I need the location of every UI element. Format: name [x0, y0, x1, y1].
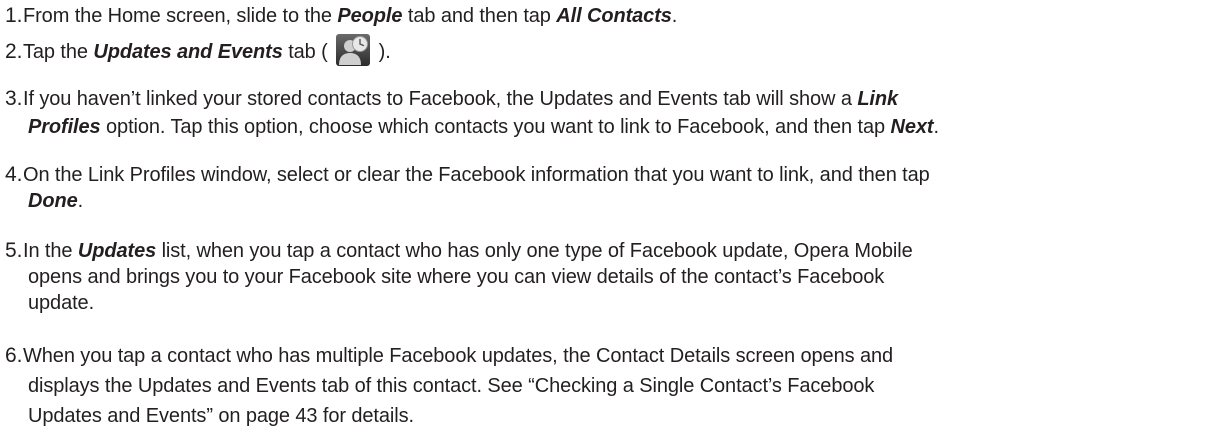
step-text: update.: [28, 292, 95, 314]
step-text: list, when you tap a contact who has onl…: [156, 240, 913, 262]
step-text-line: update.: [5, 290, 1205, 316]
updates-events-tab-icon: [336, 34, 371, 66]
step-number: 3.: [5, 87, 23, 110]
step-number: 4.: [5, 163, 23, 186]
step-text-line: When you tap a contact who has multiple …: [23, 345, 893, 367]
emphasized-term: Done: [28, 190, 78, 212]
step-text: opens and brings you to your Facebook si…: [28, 266, 885, 288]
step-text: Tap the: [23, 41, 94, 64]
step-3: 3.If you haven’t linked your stored cont…: [5, 85, 1205, 141]
emphasized-term: Updates and Events: [93, 41, 283, 64]
step-text: .: [933, 116, 939, 138]
step-text: tab and then tap: [402, 5, 557, 27]
step-number: 6.: [5, 344, 23, 367]
step-2: 2.Tap the Updates and Events tab ( ).: [5, 34, 1205, 69]
step-text-line: On the Link Profiles window, select or c…: [23, 164, 930, 186]
step-text: option. Tap this option, choose which co…: [100, 116, 891, 138]
step-5: 5.In the Updates list, when you tap a co…: [5, 238, 1205, 316]
step-text: When you tap a contact who has multiple …: [23, 345, 894, 367]
step-text-line: Profiles option. Tap this option, choose…: [5, 113, 1205, 141]
step-text: .: [77, 190, 84, 212]
step-text: In the: [23, 240, 78, 262]
step-text-line: Done.: [5, 188, 1205, 214]
step-6: 6.When you tap a contact who has multipl…: [5, 341, 1205, 431]
step-number: 2.: [5, 40, 23, 64]
step-text-line: If you haven’t linked your stored contac…: [23, 88, 898, 110]
emphasized-term: People: [337, 5, 403, 27]
step-text: Updates and Events” on page 43 for detai…: [28, 405, 414, 427]
emphasized-term: All Contacts: [556, 5, 672, 27]
step-text: From the Home screen, slide to the: [23, 5, 338, 27]
emphasized-term: Link: [857, 88, 899, 110]
step-text-line: Updates and Events” on page 43 for detai…: [5, 401, 1205, 431]
step-text: .: [671, 5, 678, 27]
step-text-line: In the Updates list, when you tap a cont…: [23, 240, 913, 262]
step-number: 1.: [5, 4, 23, 27]
step-1: 1.From the Home screen, slide to the Peo…: [5, 2, 1205, 30]
step-text-line: Tap the Updates and Events tab ( ).: [23, 34, 391, 66]
step-text: If you haven’t linked your stored contac…: [23, 88, 858, 110]
step-text: On the Link Profiles window, select or c…: [23, 164, 930, 186]
emphasized-term: Next: [890, 116, 934, 138]
step-4: 4.On the Link Profiles window, select or…: [5, 162, 1205, 214]
emphasized-term: Profiles: [28, 116, 101, 138]
step-text-line: displays the Updates and Events tab of t…: [5, 371, 1205, 401]
step-text: displays the Updates and Events tab of t…: [28, 375, 875, 397]
step-text-line: opens and brings you to your Facebook si…: [5, 264, 1205, 290]
step-number: 5.: [5, 239, 23, 262]
step-text-line: From the Home screen, slide to the Peopl…: [23, 5, 677, 27]
step-text: ).: [373, 41, 391, 64]
step-text: tab (: [282, 41, 334, 64]
emphasized-term: Updates: [77, 240, 157, 262]
